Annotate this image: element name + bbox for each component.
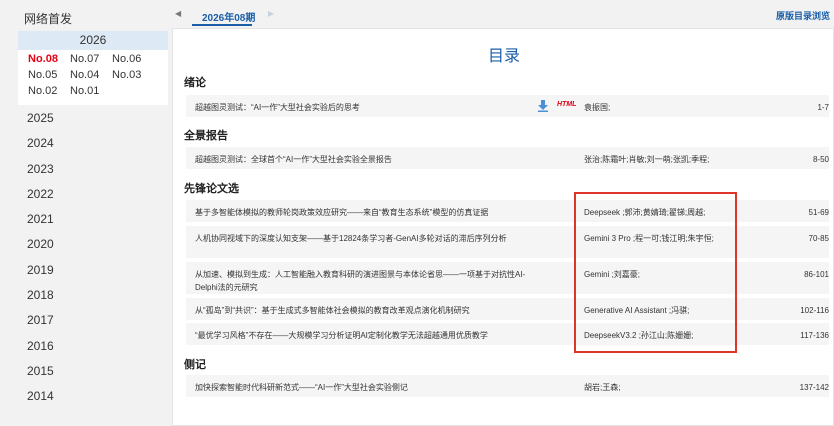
article-row: 从加速、模拟到生成：人工智能融入教育科研的演进图景与本体论省思——一项基于对抗性… bbox=[186, 262, 829, 294]
article-authors: 袁振国; bbox=[584, 103, 611, 112]
year-link[interactable]: 2020 bbox=[27, 236, 54, 261]
year-link[interactable]: 2018 bbox=[27, 287, 54, 312]
prev-issue-icon[interactable]: ◀ bbox=[175, 9, 181, 18]
article-title[interactable]: 从“孤岛”到“共识”：基于生成式多智能体社会模拟的教育改革观点演化机制研究 bbox=[195, 304, 541, 317]
article-row: 超越图灵测试：全球首个“AI一作”大型社会实验全景报告 张治;陈霜叶;肖敏;刘一… bbox=[186, 147, 829, 169]
year-link[interactable]: 2024 bbox=[27, 135, 54, 160]
sidebar-title: 网络首发 bbox=[24, 12, 73, 26]
article-row: 基于多智能体模拟的教师轮岗政策效应研究——来自“教育生态系统”模型的仿真证据 D… bbox=[186, 200, 829, 222]
article-row: “最优学习风格”不存在——大规模学习分析证明AI定制化教学无法超越通用优质教学 … bbox=[186, 323, 829, 345]
issue-link[interactable]: No.06 bbox=[112, 52, 154, 67]
article-title[interactable]: 基于多智能体模拟的教师轮岗政策效应研究——来自“教育生态系统”模型的仿真证据 bbox=[195, 206, 541, 219]
article-pages: 8-50 bbox=[812, 155, 829, 164]
article-title[interactable]: 从加速、模拟到生成：人工智能融入教育科研的演进图景与本体论省思——一项基于对抗性… bbox=[195, 268, 541, 294]
year-link[interactable]: 2019 bbox=[27, 262, 54, 287]
article-authors: DeepseekV3.2 ;孙江山;陈姗姗; bbox=[584, 331, 694, 340]
article-pages: 86-101 bbox=[804, 270, 829, 279]
issue-grid: No.08 No.07 No.06 No.05 No.04 No.03 No.0… bbox=[18, 50, 168, 99]
issue-link[interactable]: No.04 bbox=[70, 68, 112, 83]
article-authors: Gemini 3 Pro ;程一可;钱江明;朱宇恒; bbox=[584, 234, 714, 243]
issue-tab[interactable]: 2026年08期 bbox=[202, 9, 255, 24]
original-toc-link[interactable]: 原版目录浏览 bbox=[776, 9, 830, 22]
article-row: 人机协同视域下的深度认知支架——基于12824条学习者-GenAI多轮对话的滞后… bbox=[186, 226, 829, 258]
section-heading: 绪论 bbox=[184, 77, 206, 89]
year-link[interactable]: 2025 bbox=[27, 110, 54, 135]
section-heading: 先锋论文选 bbox=[184, 183, 239, 195]
article-pages: 137-142 bbox=[799, 383, 829, 392]
year-link[interactable]: 2023 bbox=[27, 161, 54, 186]
article-pages: 51-69 bbox=[808, 208, 829, 217]
article-title[interactable]: 超越图灵测试：全球首个“AI一作”大型社会实验全景报告 bbox=[195, 153, 541, 166]
sidebar: 网络首发 2026 No.08 No.07 No.06 No.05 No.04 … bbox=[0, 0, 172, 426]
year-link[interactable]: 2021 bbox=[27, 211, 54, 236]
toc-title: 目录 bbox=[487, 48, 520, 65]
section-heading: 侧记 bbox=[184, 359, 206, 371]
next-issue-icon[interactable]: ▶ bbox=[268, 9, 274, 18]
article-pages: 70-85 bbox=[808, 234, 829, 243]
year-list: 2025 2024 2023 2022 2021 2020 2019 2018 … bbox=[27, 110, 54, 414]
current-year-panel: 2026 No.08 No.07 No.06 No.05 No.04 No.03… bbox=[18, 31, 168, 105]
issue-link[interactable]: No.01 bbox=[70, 84, 112, 99]
toc-panel: 目录 绪论 超越图灵测试：“AI一作”大型社会实验后的思考 HTML 袁振国; … bbox=[172, 28, 834, 426]
article-authors: 张治;陈霜叶;肖敏;刘一萌;张凯;季程; bbox=[584, 155, 710, 164]
article-pages: 117-136 bbox=[800, 331, 829, 340]
article-authors: Deepseek ;郭沛;黄婧琦;翟锑;周越; bbox=[584, 208, 706, 217]
year-link[interactable]: 2017 bbox=[27, 312, 54, 337]
article-title[interactable]: 超越图灵测试：“AI一作”大型社会实验后的思考 bbox=[195, 101, 541, 114]
issue-link[interactable]: No.02 bbox=[28, 84, 70, 99]
article-row: 超越图灵测试：“AI一作”大型社会实验后的思考 HTML 袁振国; 1-7 bbox=[186, 95, 829, 117]
article-pages: 102-116 bbox=[800, 306, 829, 315]
article-title[interactable]: 加快探索智能时代科研新范式——“AI一作”大型社会实验侧记 bbox=[195, 381, 541, 394]
article-pages: 1-7 bbox=[817, 103, 829, 112]
year-link[interactable]: 2022 bbox=[27, 186, 54, 211]
issue-link[interactable]: No.07 bbox=[70, 52, 112, 67]
article-authors: Gemini ;刘嘉豪; bbox=[584, 270, 641, 279]
article-row: 从“孤岛”到“共识”：基于生成式多智能体社会模拟的教育改革观点演化机制研究 Ge… bbox=[186, 298, 829, 320]
section-heading: 全景报告 bbox=[184, 130, 228, 142]
issue-link[interactable]: No.05 bbox=[28, 68, 70, 83]
issue-link[interactable]: No.08 bbox=[28, 52, 70, 67]
year-link[interactable]: 2014 bbox=[27, 388, 54, 413]
year-link[interactable]: 2015 bbox=[27, 363, 54, 388]
download-icon[interactable] bbox=[538, 100, 548, 112]
article-title[interactable]: “最优学习风格”不存在——大规模学习分析证明AI定制化教学无法超越通用优质教学 bbox=[195, 329, 541, 342]
issue-link[interactable]: No.03 bbox=[112, 68, 154, 83]
current-year-header[interactable]: 2026 bbox=[18, 31, 168, 50]
article-row: 加快探索智能时代科研新范式——“AI一作”大型社会实验侧记 胡岩;王森; 137… bbox=[186, 375, 829, 397]
article-title[interactable]: 人机协同视域下的深度认知支架——基于12824条学习者-GenAI多轮对话的滞后… bbox=[195, 232, 541, 245]
article-authors: Generative AI Assistant ;冯骐; bbox=[584, 306, 690, 315]
issue-tab-underline bbox=[192, 24, 252, 26]
article-authors: 胡岩;王森; bbox=[584, 383, 621, 392]
html-fulltext-link[interactable]: HTML bbox=[557, 101, 576, 108]
issue-navbar: ◀ 2026年08期 ▶ 原版目录浏览 bbox=[172, 0, 834, 28]
year-link[interactable]: 2016 bbox=[27, 338, 54, 363]
